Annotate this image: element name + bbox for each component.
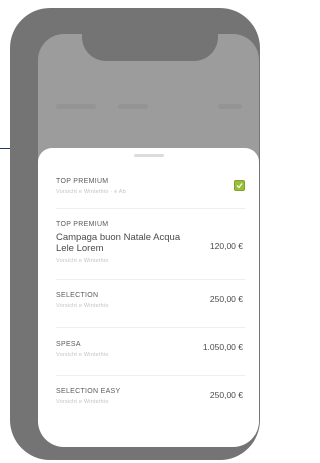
phone-frame: TOP PREMIUM Vorsicht e Wintethio · e Ab … — [10, 8, 260, 460]
placeholder-bar — [118, 104, 148, 109]
check-icon[interactable] — [234, 180, 245, 191]
item-title: SELECTION EASY — [56, 388, 121, 395]
item-title: SELECTION — [56, 292, 99, 299]
item-title: SPESA — [56, 341, 81, 348]
placeholder-bar — [218, 104, 242, 109]
list-item[interactable]: TOP PREMIUM Campaga buon Natale Acqua Le… — [38, 208, 259, 278]
list-item[interactable]: TOP PREMIUM Vorsicht e Wintethio · e Ab — [38, 148, 259, 200]
item-title: TOP PREMIUM — [56, 221, 109, 228]
item-title: TOP PREMIUM — [56, 178, 109, 185]
item-price: 120,00 € — [209, 241, 243, 251]
item-subtitle: Vorsicht e Wintethio — [56, 303, 109, 309]
item-price: 250,00 € — [209, 294, 243, 304]
list-item[interactable]: SELECTION Vorsicht e Wintethio 250,00 € — [38, 279, 259, 327]
item-subtitle: Vorsicht e Wintethio — [56, 258, 109, 264]
item-price: 250,00 € — [209, 390, 243, 400]
bottom-sheet: TOP PREMIUM Vorsicht e Wintethio · e Ab … — [38, 148, 259, 447]
list-item[interactable]: SELECTION EASY Vorsicht e Wintethio 250,… — [38, 375, 259, 423]
phone-notch — [82, 34, 218, 61]
placeholder-bar — [56, 104, 96, 109]
list-item[interactable]: SPESA Vorsicht e Wintethio 1.050,00 € — [38, 327, 259, 375]
background-header-placeholder — [56, 104, 242, 114]
item-subtitle: Vorsicht e Wintethio — [56, 352, 109, 358]
item-subtitle: Vorsicht e Wintethio · e Ab — [56, 189, 126, 195]
item-subtitle: Vorsicht e Wintethio — [56, 399, 109, 405]
item-price: 1.050,00 € — [202, 342, 243, 352]
item-name: Campaga buon Natale Acqua Lele Lorem — [56, 232, 181, 254]
phone-screen: TOP PREMIUM Vorsicht e Wintethio · e Ab … — [38, 34, 259, 447]
